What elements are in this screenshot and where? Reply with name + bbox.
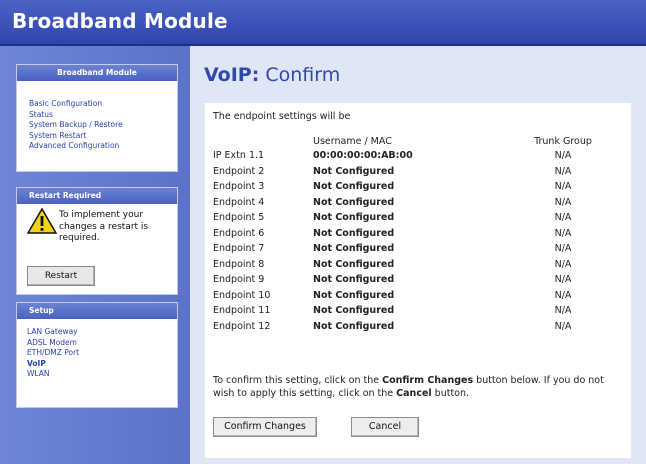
endpoint-username: Not Configured [313,227,395,239]
sidebar-link-status[interactable]: Status [29,110,169,121]
endpoint-trunk-group: N/A [554,305,572,317]
endpoint-trunk-group: N/A [554,227,572,239]
endpoint-username: Not Configured [313,274,395,286]
endpoint-trunk-group: N/A [554,320,572,332]
page-title-prefix: VoIP: [204,64,260,86]
cancel-button[interactable]: Cancel [351,417,419,437]
endpoint-trunk-group: N/A [554,289,572,301]
table-row: Endpoint 12 Not Configured N/A [213,319,623,335]
table-header-row: Username / MAC Trunk Group [213,135,623,148]
sidebar-link-basic-configuration[interactable]: Basic Configuration [29,99,169,110]
confirm-text-part: To confirm this setting, click on the [213,375,383,386]
app-window: Broadband Module Broadband Module Basic … [0,0,646,464]
endpoint-name: Endpoint 5 [213,212,265,224]
endpoint-username: Not Configured [313,289,395,301]
endpoint-trunk-group: N/A [554,196,572,208]
main-content: VoIP: Confirm The endpoint settings will… [190,46,646,464]
endpoint-username: Not Configured [313,165,395,177]
table-row: IP Extn 1.1 00:00:00:00:AB:00 N/A [213,148,623,164]
endpoint-trunk-group: N/A [554,258,572,270]
endpoint-username: Not Configured [313,305,395,317]
endpoint-name: Endpoint 11 [213,305,271,317]
sidebar-link-system-backup-restore[interactable]: System Backup / Restore [29,120,169,131]
confirm-instructions: To confirm this setting, click on the Co… [213,375,625,400]
endpoint-username: 00:00:00:00:AB:00 [313,150,413,162]
setup-link-list: LAN Gateway ADSL Modem ETH/DMZ Port VoIP… [17,319,177,384]
sidebar-link-eth-dmz-port[interactable]: ETH/DMZ Port [27,348,169,359]
endpoint-name: Endpoint 8 [213,258,265,270]
table-row: Endpoint 2 Not Configured N/A [213,164,623,180]
endpoint-trunk-group: N/A [554,212,572,224]
endpoint-name: Endpoint 12 [213,320,271,332]
sidebar-link-wlan[interactable]: WLAN [27,369,169,380]
restart-panel-title: Restart Required [17,188,177,204]
app-title: Broadband Module [12,9,228,33]
column-header-trunk-group: Trunk Group [534,136,592,147]
column-header-username-mac: Username / MAC [313,136,392,147]
table-row: Endpoint 4 Not Configured N/A [213,195,623,211]
endpoint-username: Not Configured [313,320,395,332]
endpoint-name: Endpoint 7 [213,243,265,255]
sidebar-link-system-restart[interactable]: System Restart [29,131,169,142]
sidebar-link-lan-gateway[interactable]: LAN Gateway [27,327,169,338]
endpoint-trunk-group: N/A [554,181,572,193]
endpoint-name: Endpoint 4 [213,196,265,208]
endpoint-trunk-group: N/A [554,274,572,286]
warning-icon [27,208,57,234]
endpoint-name: Endpoint 10 [213,289,271,301]
sidebar-panel-title: Broadband Module [17,65,177,81]
sidebar-panel-broadband: Broadband Module Basic Configuration Sta… [16,64,178,172]
endpoint-table: Username / MAC Trunk Group IP Extn 1.1 0… [213,135,623,334]
endpoint-name: IP Extn 1.1 [213,150,265,162]
sidebar-link-list: Basic Configuration Status System Backup… [17,81,177,156]
table-row: Endpoint 9 Not Configured N/A [213,272,623,288]
sidebar-link-voip[interactable]: VoIP [27,359,169,370]
confirm-changes-button[interactable]: Confirm Changes [213,417,317,437]
confirm-card: The endpoint settings will be Username /… [204,102,632,459]
column-header-endpoint [213,135,313,148]
table-row: Endpoint 7 Not Configured N/A [213,241,623,257]
table-row: Endpoint 10 Not Configured N/A [213,288,623,304]
table-row: Endpoint 3 Not Configured N/A [213,179,623,195]
confirm-text-bold: Cancel [396,387,432,399]
sidebar-link-advanced-configuration[interactable]: Advanced Configuration [29,141,169,152]
sidebar-panel-setup: Setup LAN Gateway ADSL Modem ETH/DMZ Por… [16,302,178,408]
table-row: Endpoint 11 Not Configured N/A [213,303,623,319]
table-row: Endpoint 6 Not Configured N/A [213,226,623,242]
endpoint-trunk-group: N/A [554,150,572,162]
endpoint-username: Not Configured [313,243,395,255]
intro-text: The endpoint settings will be [213,111,351,122]
restart-button[interactable]: Restart [27,266,95,286]
endpoint-trunk-group: N/A [554,165,572,177]
sidebar-panel-restart: Restart Required To implement your chang… [16,187,178,295]
endpoint-username: Not Configured [313,196,395,208]
sidebar-link-adsl-modem[interactable]: ADSL Modem [27,338,169,349]
endpoint-name: Endpoint 2 [213,165,265,177]
endpoint-username: Not Configured [313,258,395,270]
endpoint-trunk-group: N/A [554,243,572,255]
header-bar: Broadband Module [0,0,646,46]
endpoint-name: Endpoint 6 [213,227,265,239]
table-row: Endpoint 5 Not Configured N/A [213,210,623,226]
page-title-suffix: Confirm [259,64,341,86]
restart-message: To implement your changes a restart is r… [59,210,149,243]
table-row: Endpoint 8 Not Configured N/A [213,257,623,273]
confirm-text-part: button. [431,387,470,399]
endpoint-name: Endpoint 9 [213,274,265,286]
endpoint-name: Endpoint 3 [213,181,265,193]
endpoint-username: Not Configured [313,212,395,224]
page-title: VoIP: Confirm [204,64,340,86]
setup-panel-title: Setup [17,303,177,319]
endpoint-username: Not Configured [313,181,395,193]
confirm-text-bold: Confirm Changes [382,375,474,386]
